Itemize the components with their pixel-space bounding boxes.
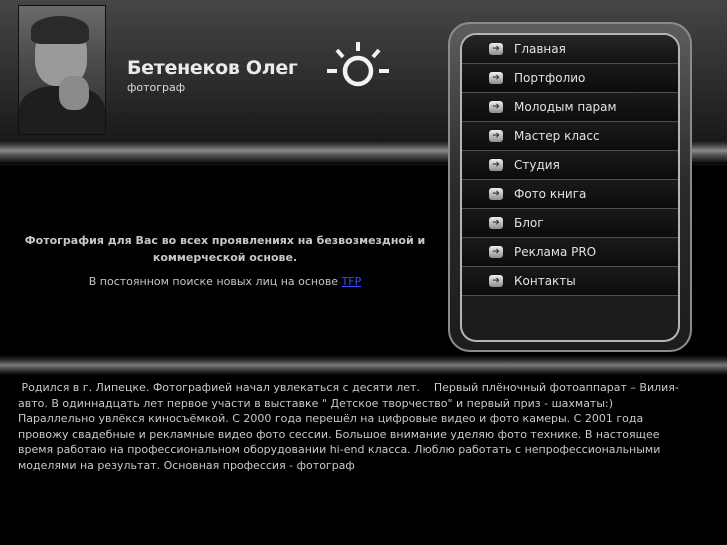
main-navigation: ➔ Главная ➔ Портфолио ➔ Молодым парам ➔ … bbox=[448, 22, 692, 352]
nav-item-advertising[interactable]: ➔ Реклама PRO bbox=[462, 238, 678, 267]
arrow-right-icon: ➔ bbox=[489, 159, 503, 171]
nav-label: Фото книга bbox=[514, 187, 587, 201]
nav-label: Мастер класс bbox=[514, 129, 600, 143]
nav-label: Молодым парам bbox=[514, 100, 617, 114]
intro-tfp-line: В постоянном поиске новых лиц на основе … bbox=[10, 275, 440, 288]
biography-text: Родился в г. Липецке. Фотографией начал … bbox=[18, 381, 679, 472]
nav-label: Студия bbox=[514, 158, 560, 172]
arrow-right-icon: ➔ bbox=[489, 101, 503, 113]
nav-label: Портфолио bbox=[514, 71, 586, 85]
arrow-right-icon: ➔ bbox=[489, 188, 503, 200]
nav-item-portfolio[interactable]: ➔ Портфолио bbox=[462, 64, 678, 93]
nav-item-studio[interactable]: ➔ Студия bbox=[462, 151, 678, 180]
nav-label: Главная bbox=[514, 42, 566, 56]
nav-item-home[interactable]: ➔ Главная bbox=[462, 35, 678, 64]
site-subtitle: фотограф bbox=[127, 81, 186, 94]
nav-item-photo-book[interactable]: ➔ Фото книга bbox=[462, 180, 678, 209]
arrow-right-icon: ➔ bbox=[489, 130, 503, 142]
site-title: Бетенеков Олег bbox=[127, 57, 298, 79]
arrow-right-icon: ➔ bbox=[489, 43, 503, 55]
intro-search-text: В постоянном поиске новых лиц на основе bbox=[88, 275, 342, 288]
portrait-photo bbox=[18, 5, 106, 135]
nav-label: Реклама PRO bbox=[514, 245, 597, 259]
tfp-link[interactable]: TFP bbox=[342, 275, 362, 288]
content-divider bbox=[0, 355, 727, 375]
menu-list: ➔ Главная ➔ Портфолио ➔ Молодым парам ➔ … bbox=[462, 35, 678, 340]
arrow-right-icon: ➔ bbox=[489, 72, 503, 84]
arrow-right-icon: ➔ bbox=[489, 246, 503, 258]
nav-item-master-class[interactable]: ➔ Мастер класс bbox=[462, 122, 678, 151]
arrow-right-icon: ➔ bbox=[489, 217, 503, 229]
intro-headline: Фотография для Вас во всех проявлениях н… bbox=[24, 234, 426, 264]
nav-item-newlyweds[interactable]: ➔ Молодым парам bbox=[462, 93, 678, 122]
nav-label: Контакты bbox=[514, 274, 576, 288]
arrow-right-icon: ➔ bbox=[489, 275, 503, 287]
sun-logo-icon bbox=[327, 42, 389, 87]
nav-item-blog[interactable]: ➔ Блог bbox=[462, 209, 678, 238]
nav-label: Блог bbox=[514, 216, 544, 230]
nav-item-contacts[interactable]: ➔ Контакты bbox=[462, 267, 678, 296]
